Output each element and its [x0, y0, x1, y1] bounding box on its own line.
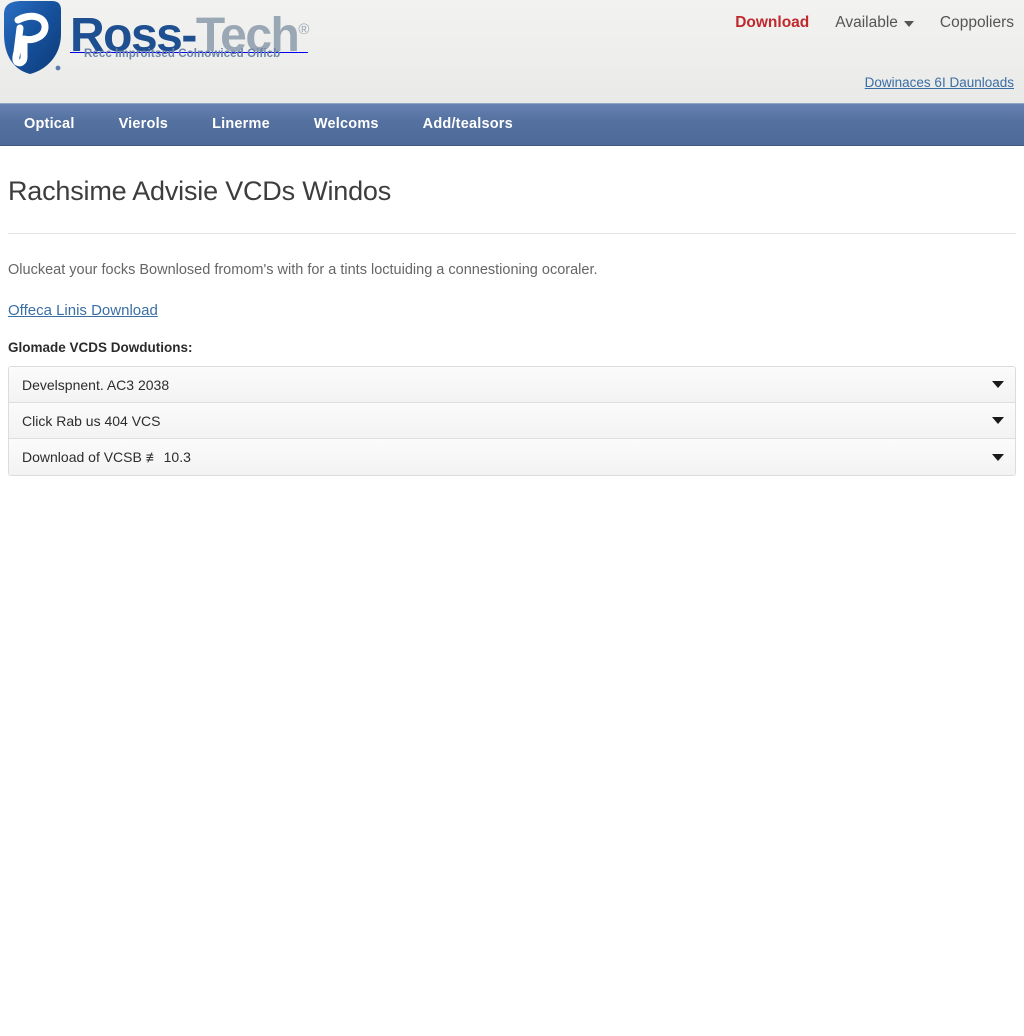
downloads-accordion: Develspnent. AC3 2038 Click Rab us 404 V… [8, 366, 1016, 476]
intro-paragraph: Oluckeat your focks Bownlosed fromom's w… [8, 262, 598, 278]
page-title: Rachsime Advisie VCDs Windos [8, 176, 392, 206]
main-content: Rachsime Advisie VCDs Windos Oluckeat yo… [0, 146, 1024, 1036]
util-nav-item-download[interactable]: Download [735, 14, 809, 32]
section-label: Glomade VCDS Dowdutions: [8, 340, 193, 355]
utility-nav: Download Available Coppoliers [735, 14, 1014, 32]
utility-sub-link-wrap: Dowinaces 6I Daunloads [865, 74, 1014, 92]
site-header: Ross-Tech® Recc Improitsed Colnowiced Oi… [0, 0, 1024, 103]
accordion-row-label: Develspnent. AC3 2038 [22, 376, 170, 393]
brand-wordmark: Ross-Tech® Recc Improitsed Colnowiced Oi… [70, 0, 309, 62]
util-nav-label: Download [735, 14, 810, 31]
accordion-row-label: Download of VCSB ≢ 10.3 [22, 449, 191, 465]
nav-item-add-tealsors[interactable]: Add/tealsors [401, 104, 535, 145]
nav-item-vierols[interactable]: Vierols [97, 104, 191, 145]
util-nav-item-coppoliers[interactable]: Coppoliers [940, 14, 1014, 32]
util-nav-item-available[interactable]: Available [835, 14, 914, 32]
ross-tech-shield-r-logo-icon [0, 0, 64, 78]
registered-trademark-icon: ® [298, 21, 309, 38]
accordion-row-label: Click Rab us 404 VCS [22, 412, 161, 429]
chevron-down-icon[interactable] [992, 417, 1004, 424]
nav-item-optical[interactable]: Optical [2, 104, 97, 145]
util-nav-label: Available [835, 14, 898, 31]
accordion-row[interactable]: Download of VCSB ≢ 10.3 [9, 439, 1015, 475]
empty-page-area [8, 476, 1016, 1036]
chevron-down-icon[interactable] [992, 381, 1004, 388]
primary-download-link[interactable]: Offeca Linis Download [8, 302, 158, 319]
main-navigation-bar: Optical Vierols Linerme Welcoms Add/teal… [0, 103, 1024, 146]
nav-item-welcoms[interactable]: Welcoms [292, 104, 401, 145]
nav-item-linerme[interactable]: Linerme [190, 104, 292, 145]
chevron-down-icon[interactable] [992, 453, 1004, 461]
brand-tagline: Recc Improitsed Colnowiced Oificb [84, 48, 281, 60]
chevron-down-icon [903, 21, 914, 27]
accordion-row[interactable]: Develspnent. AC3 2038 [9, 367, 1015, 403]
accordion-row[interactable]: Click Rab us 404 VCS [9, 403, 1015, 439]
util-nav-label: Coppoliers [939, 14, 1014, 31]
brand-logo-link[interactable]: Ross-Tech® Recc Improitsed Colnowiced Oi… [0, 0, 309, 78]
downloads-count-link[interactable]: Dowinaces 6I Daunloads [865, 75, 1014, 90]
